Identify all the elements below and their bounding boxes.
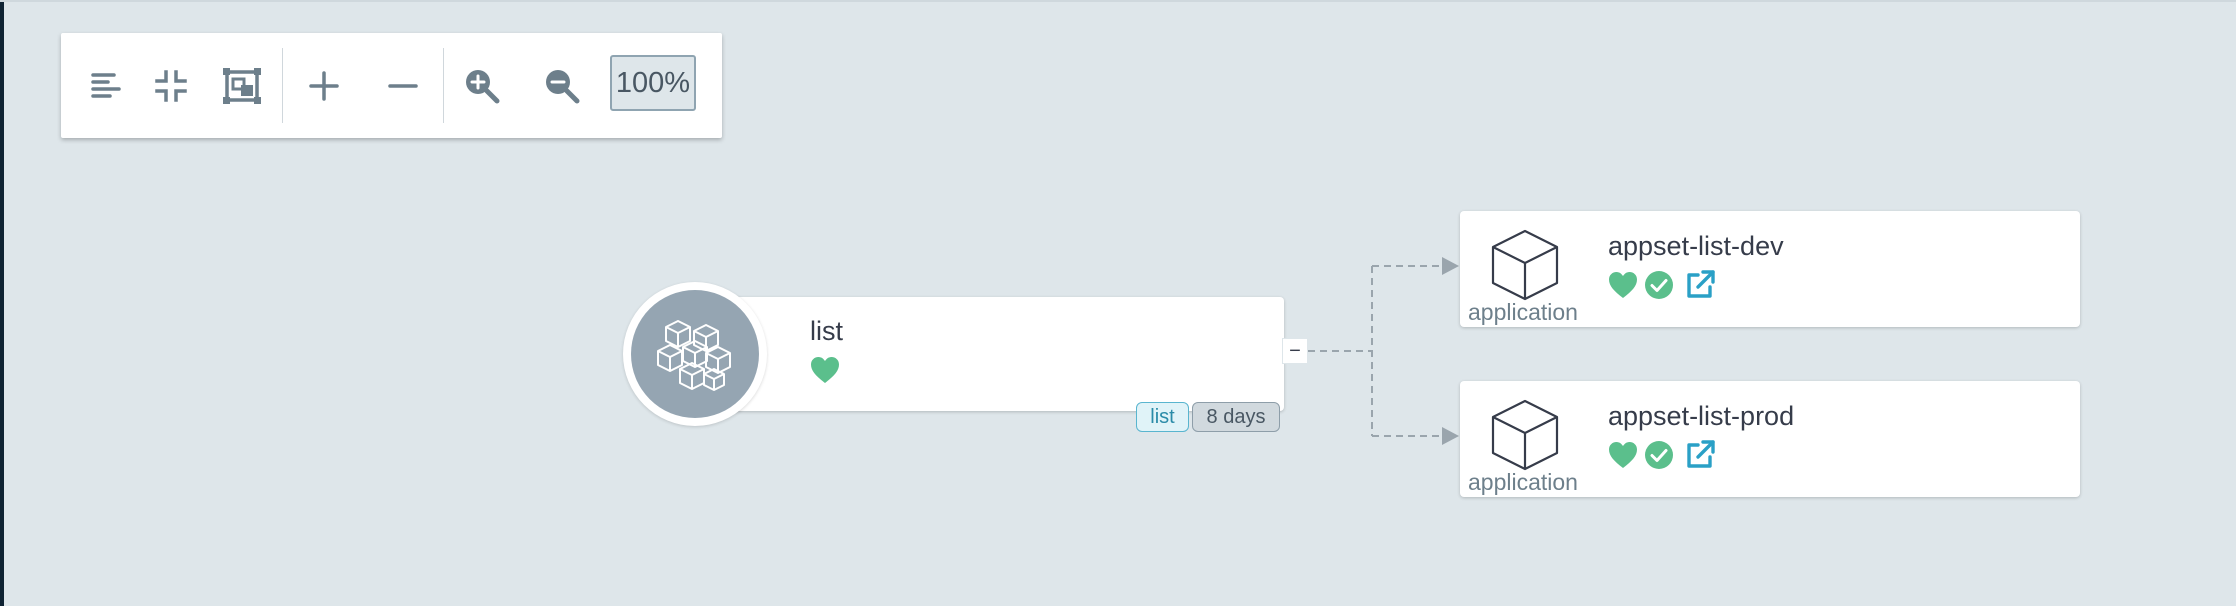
zoom-in-icon (466, 69, 500, 103)
align-left-button[interactable] (71, 33, 141, 138)
zoom-minus-button[interactable] (368, 33, 438, 138)
node-tag-name: list (1136, 402, 1189, 432)
applicationset-cubes-icon (657, 320, 731, 391)
node-tag-age: 8 days (1192, 402, 1280, 432)
toolbar-separator (282, 48, 283, 123)
application-name: appset-list-dev (1608, 231, 1784, 261)
health-status (810, 356, 840, 389)
plus-icon (309, 70, 339, 101)
application-status-icons (1608, 439, 1716, 471)
appset-node-card[interactable] (694, 297, 1284, 411)
synced-check-icon (1645, 271, 1673, 299)
application-kind-label: application (1468, 469, 1578, 495)
application-status-icons (1608, 269, 1716, 301)
zoom-plus-button[interactable] (289, 33, 359, 138)
zoom-level-display[interactable]: 100% (610, 55, 696, 111)
heart-icon (811, 357, 839, 383)
appset-node-icon-circle[interactable] (631, 290, 759, 418)
application-name: appset-list-prod (1608, 401, 1795, 431)
heart-icon (1609, 442, 1637, 468)
zoom-out-button[interactable] (527, 33, 597, 138)
application-kind-label: application (1468, 299, 1578, 325)
zoom-out-icon (546, 69, 580, 103)
cube-icon (1491, 229, 1559, 301)
appset-node-title: list (810, 316, 843, 346)
compress-button[interactable] (136, 33, 206, 138)
external-link-icon[interactable] (1684, 269, 1716, 301)
external-link-icon[interactable] (1684, 439, 1716, 471)
align-left-icon (91, 72, 121, 98)
graph-toolbar: 100% (61, 33, 722, 138)
heart-icon (1609, 272, 1637, 298)
zoom-in-button[interactable] (447, 33, 517, 138)
collapse-children-button[interactable]: − (1282, 338, 1308, 364)
compress-icon (155, 69, 187, 102)
fit-screen-button[interactable] (207, 33, 277, 138)
minus-icon (388, 83, 418, 88)
left-sidebar-edge (0, 0, 4, 606)
cube-icon (1491, 399, 1559, 471)
application-node-prod[interactable]: application appset-list-prod (1460, 381, 2080, 497)
fit-screen-icon (223, 67, 261, 104)
synced-check-icon (1645, 441, 1673, 469)
top-border (0, 0, 2236, 2)
application-node-dev[interactable]: application appset-list-dev (1460, 211, 2080, 327)
toolbar-separator (443, 48, 444, 123)
